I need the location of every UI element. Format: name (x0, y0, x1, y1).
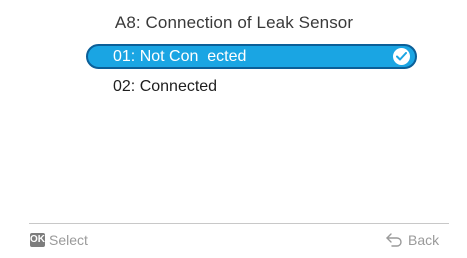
footer-divider (29, 223, 449, 224)
check-circle-icon (393, 48, 410, 65)
option-label: 02: Connected (113, 78, 218, 95)
select-hint: Select (49, 232, 88, 248)
back-label: Back (408, 232, 440, 248)
return-arrow-icon (385, 232, 403, 253)
settings-screen: A8: Connection of Leak Sensor 01: Not Co… (13, 0, 455, 258)
ok-key-badge: OK (30, 233, 45, 247)
option-label: 01: Not Con ected (113, 48, 247, 65)
option-not-connected[interactable]: 01: Not Con ected (86, 44, 417, 69)
screen-title: A8: Connection of Leak Sensor (114, 13, 354, 32)
option-connected[interactable]: 02: Connected (86, 74, 417, 98)
back-button[interactable]: Back (385, 231, 449, 249)
